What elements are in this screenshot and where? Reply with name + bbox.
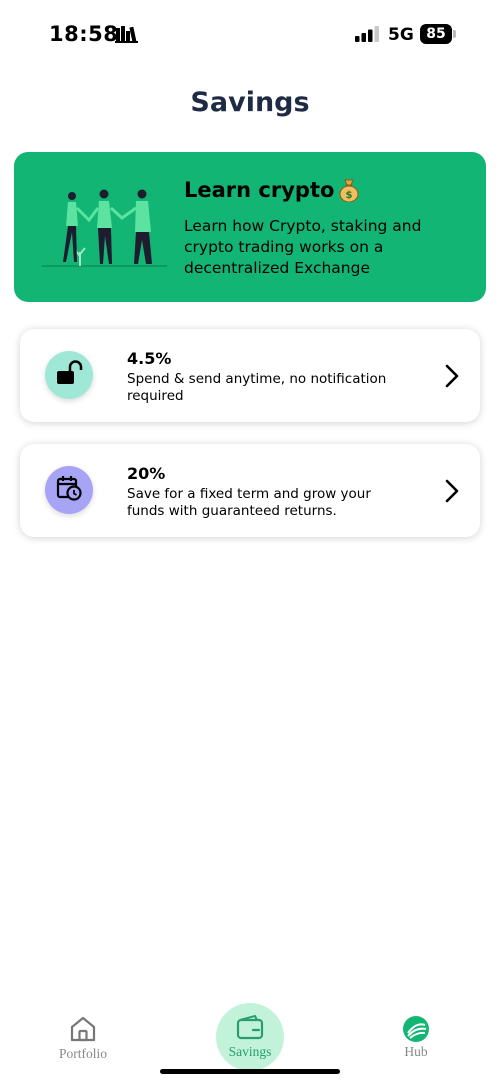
svg-text:$: $ xyxy=(346,190,353,201)
card-icon-bg xyxy=(45,351,93,399)
fixed-term-savings-card[interactable]: 20% Save for a fixed term and grow your … xyxy=(20,444,480,537)
people-walking-illustration xyxy=(42,182,177,277)
promo-description: Learn how Crypto, staking and crypto tra… xyxy=(184,217,422,277)
nav-portfolio[interactable]: Portfolio xyxy=(23,1000,143,1070)
nav-label: Hub xyxy=(404,1044,428,1059)
page-title: Savings xyxy=(190,87,310,118)
promo-title: Learn crypto $ xyxy=(184,178,360,203)
promo-title-text: Learn crypto xyxy=(184,178,335,202)
nav-label: Portfolio xyxy=(58,1046,107,1061)
nav-hub[interactable]: Hub xyxy=(356,1000,476,1070)
chevron-right-icon xyxy=(444,363,460,394)
card-rate: 20% xyxy=(127,464,166,483)
card-rate: 4.5% xyxy=(127,349,172,368)
home-indicator xyxy=(160,1069,340,1074)
battery-icon: 85 xyxy=(420,24,456,44)
battery-level: 85 xyxy=(420,24,452,44)
card-description: Spend & send anytime, no notification re… xyxy=(127,371,387,404)
unlocked-padlock-icon xyxy=(55,359,83,391)
card-icon-bg xyxy=(45,466,93,514)
nav-savings[interactable]: Savings xyxy=(190,1000,310,1071)
focus-icon xyxy=(115,25,139,48)
calendar-clock-icon xyxy=(55,474,83,507)
nav-label: Savings xyxy=(228,1044,272,1059)
wallet-icon xyxy=(235,1014,265,1045)
signal-icon xyxy=(355,26,381,47)
network-type: 5G xyxy=(388,25,414,45)
moneybag-icon: $ xyxy=(338,178,360,203)
learn-crypto-banner[interactable]: Learn crypto $ Learn how Crypto, staking… xyxy=(14,152,486,302)
chevron-right-icon xyxy=(444,478,460,509)
status-time: 18:58 xyxy=(49,22,119,46)
flexible-savings-card[interactable]: 4.5% Spend & send anytime, no notificati… xyxy=(20,329,480,422)
hub-logo-icon xyxy=(403,1016,429,1042)
status-bar: 18:58 5G 85 xyxy=(0,0,500,68)
card-description: Save for a fixed term and grow your fund… xyxy=(127,486,371,519)
home-icon xyxy=(68,1014,98,1044)
